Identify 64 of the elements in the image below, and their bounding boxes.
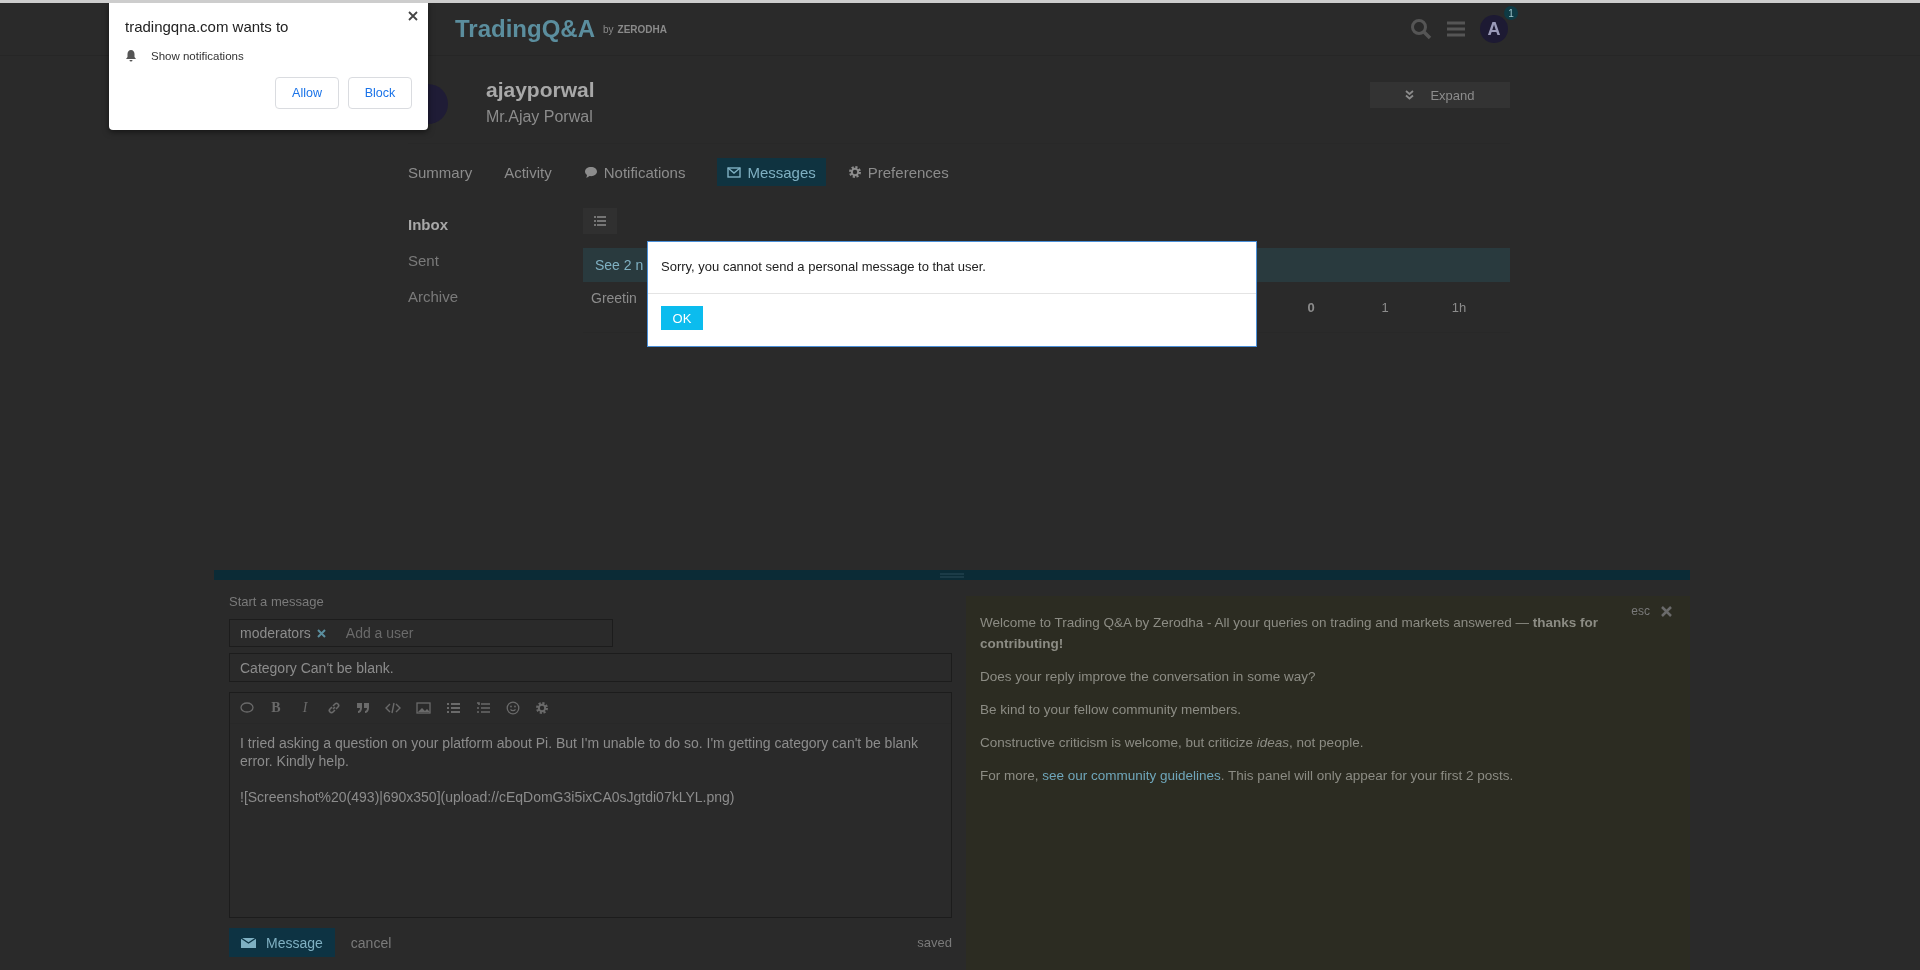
image-icon[interactable]: [416, 702, 431, 714]
double-chevron-icon: [1405, 90, 1415, 100]
close-icon[interactable]: [408, 11, 418, 21]
dialog-message: Sorry, you cannot send a personal message to that user.: [648, 242, 1256, 294]
recipients-field[interactable]: moderators Add a user: [229, 619, 613, 647]
format-button[interactable]: B: [269, 700, 283, 716]
message-paragraph: ![Screenshot%20(493)|690x350](upload://cEqDomG3i5ixCA0sJgtdi07kLYL.png): [240, 788, 736, 806]
popup-title: tradingqna.com wants to: [125, 18, 290, 35]
permission-button[interactable]: Allow: [275, 77, 339, 109]
guideline-text: Be kind to your fellow community members.: [980, 701, 1243, 719]
menu-icon[interactable]: [1446, 20, 1466, 38]
sidebar-item[interactable]: Sent: [408, 252, 583, 269]
format-button[interactable]: I: [298, 700, 312, 716]
numbered-list-icon[interactable]: [476, 702, 491, 714]
site-logo[interactable]: TradingQ&A: [455, 15, 595, 43]
bell-icon: [125, 49, 137, 62]
search-icon[interactable]: [1410, 18, 1432, 40]
profile-tab[interactable]: Messages: [717, 158, 826, 186]
bullet-list-icon[interactable]: [446, 702, 461, 714]
brand-name: ZERODHA: [617, 23, 668, 35]
esc-hint: esc: [1631, 604, 1650, 618]
list-toggle-button[interactable]: [583, 208, 617, 234]
message-editor[interactable]: [229, 692, 952, 918]
profile-tab[interactable]: Preferences: [847, 158, 959, 186]
link-icon[interactable]: [327, 701, 341, 715]
expand-button[interactable]: Expand: [1370, 82, 1510, 108]
code-icon[interactable]: [385, 702, 401, 714]
sidebar-item[interactable]: Inbox: [408, 216, 583, 233]
notification-badge: 1: [1504, 6, 1518, 20]
envelope-icon: [727, 166, 742, 178]
user-avatar[interactable]: A: [1480, 15, 1508, 43]
guideline-text: Does your reply improve the conversation in some way?: [980, 668, 1317, 686]
logo-tagline: by: [603, 23, 614, 35]
profile-tab[interactable]: Summary: [408, 158, 483, 186]
permission-label: Show notifications: [151, 49, 244, 62]
envelope-icon: [241, 936, 256, 949]
table-cell-text: 1h: [1450, 299, 1468, 315]
recipient-name: moderators: [240, 625, 311, 641]
quote-icon[interactable]: [356, 702, 370, 714]
permission-button[interactable]: Block: [348, 77, 412, 109]
sidebar-item[interactable]: Archive: [408, 288, 583, 305]
category-field[interactable]: Category Can't be blank.: [229, 653, 952, 682]
send-button[interactable]: Message: [229, 928, 335, 957]
gear-icon: [847, 165, 862, 179]
profile-tab[interactable]: Notifications: [583, 158, 696, 186]
full-name: Mr.Ajay Porwal: [486, 108, 594, 126]
list-icon: [594, 216, 606, 226]
guideline-text: For more, see our community guidelines. This panel will only appear for your first 2 posts.: [980, 767, 1515, 785]
guideline-text: Constructive criticism is welcome, but criticize ideas, not people.: [980, 734, 1365, 752]
ok-button[interactable]: OK: [661, 306, 703, 330]
smiley-icon[interactable]: [506, 701, 520, 715]
guideline-text: Welcome to Trading Q&A by Zerodha - All your queries on trading and markets answered — thanks for contributing!: [980, 614, 1600, 653]
cancel-link[interactable]: cancel: [350, 934, 392, 951]
gear-icon[interactable]: [535, 701, 549, 715]
username: ajayporwal: [486, 78, 595, 102]
add-user-placeholder: Add a user: [345, 625, 414, 641]
remove-icon[interactable]: [316, 628, 326, 638]
guidelines-link[interactable]: see our community guidelines: [1042, 768, 1221, 783]
composer-title: Start a message: [229, 594, 325, 609]
save-status: saved: [917, 935, 952, 950]
table-cell-text: 0: [1306, 299, 1316, 315]
profile-tab[interactable]: Activity: [504, 158, 562, 186]
table-cell-text: 1: [1380, 299, 1390, 315]
message-paragraph: I tried asking a question on your platform about Pi. But I'm unable to do so. I'm getting category can't be blank error. Kindly help.: [240, 734, 920, 770]
